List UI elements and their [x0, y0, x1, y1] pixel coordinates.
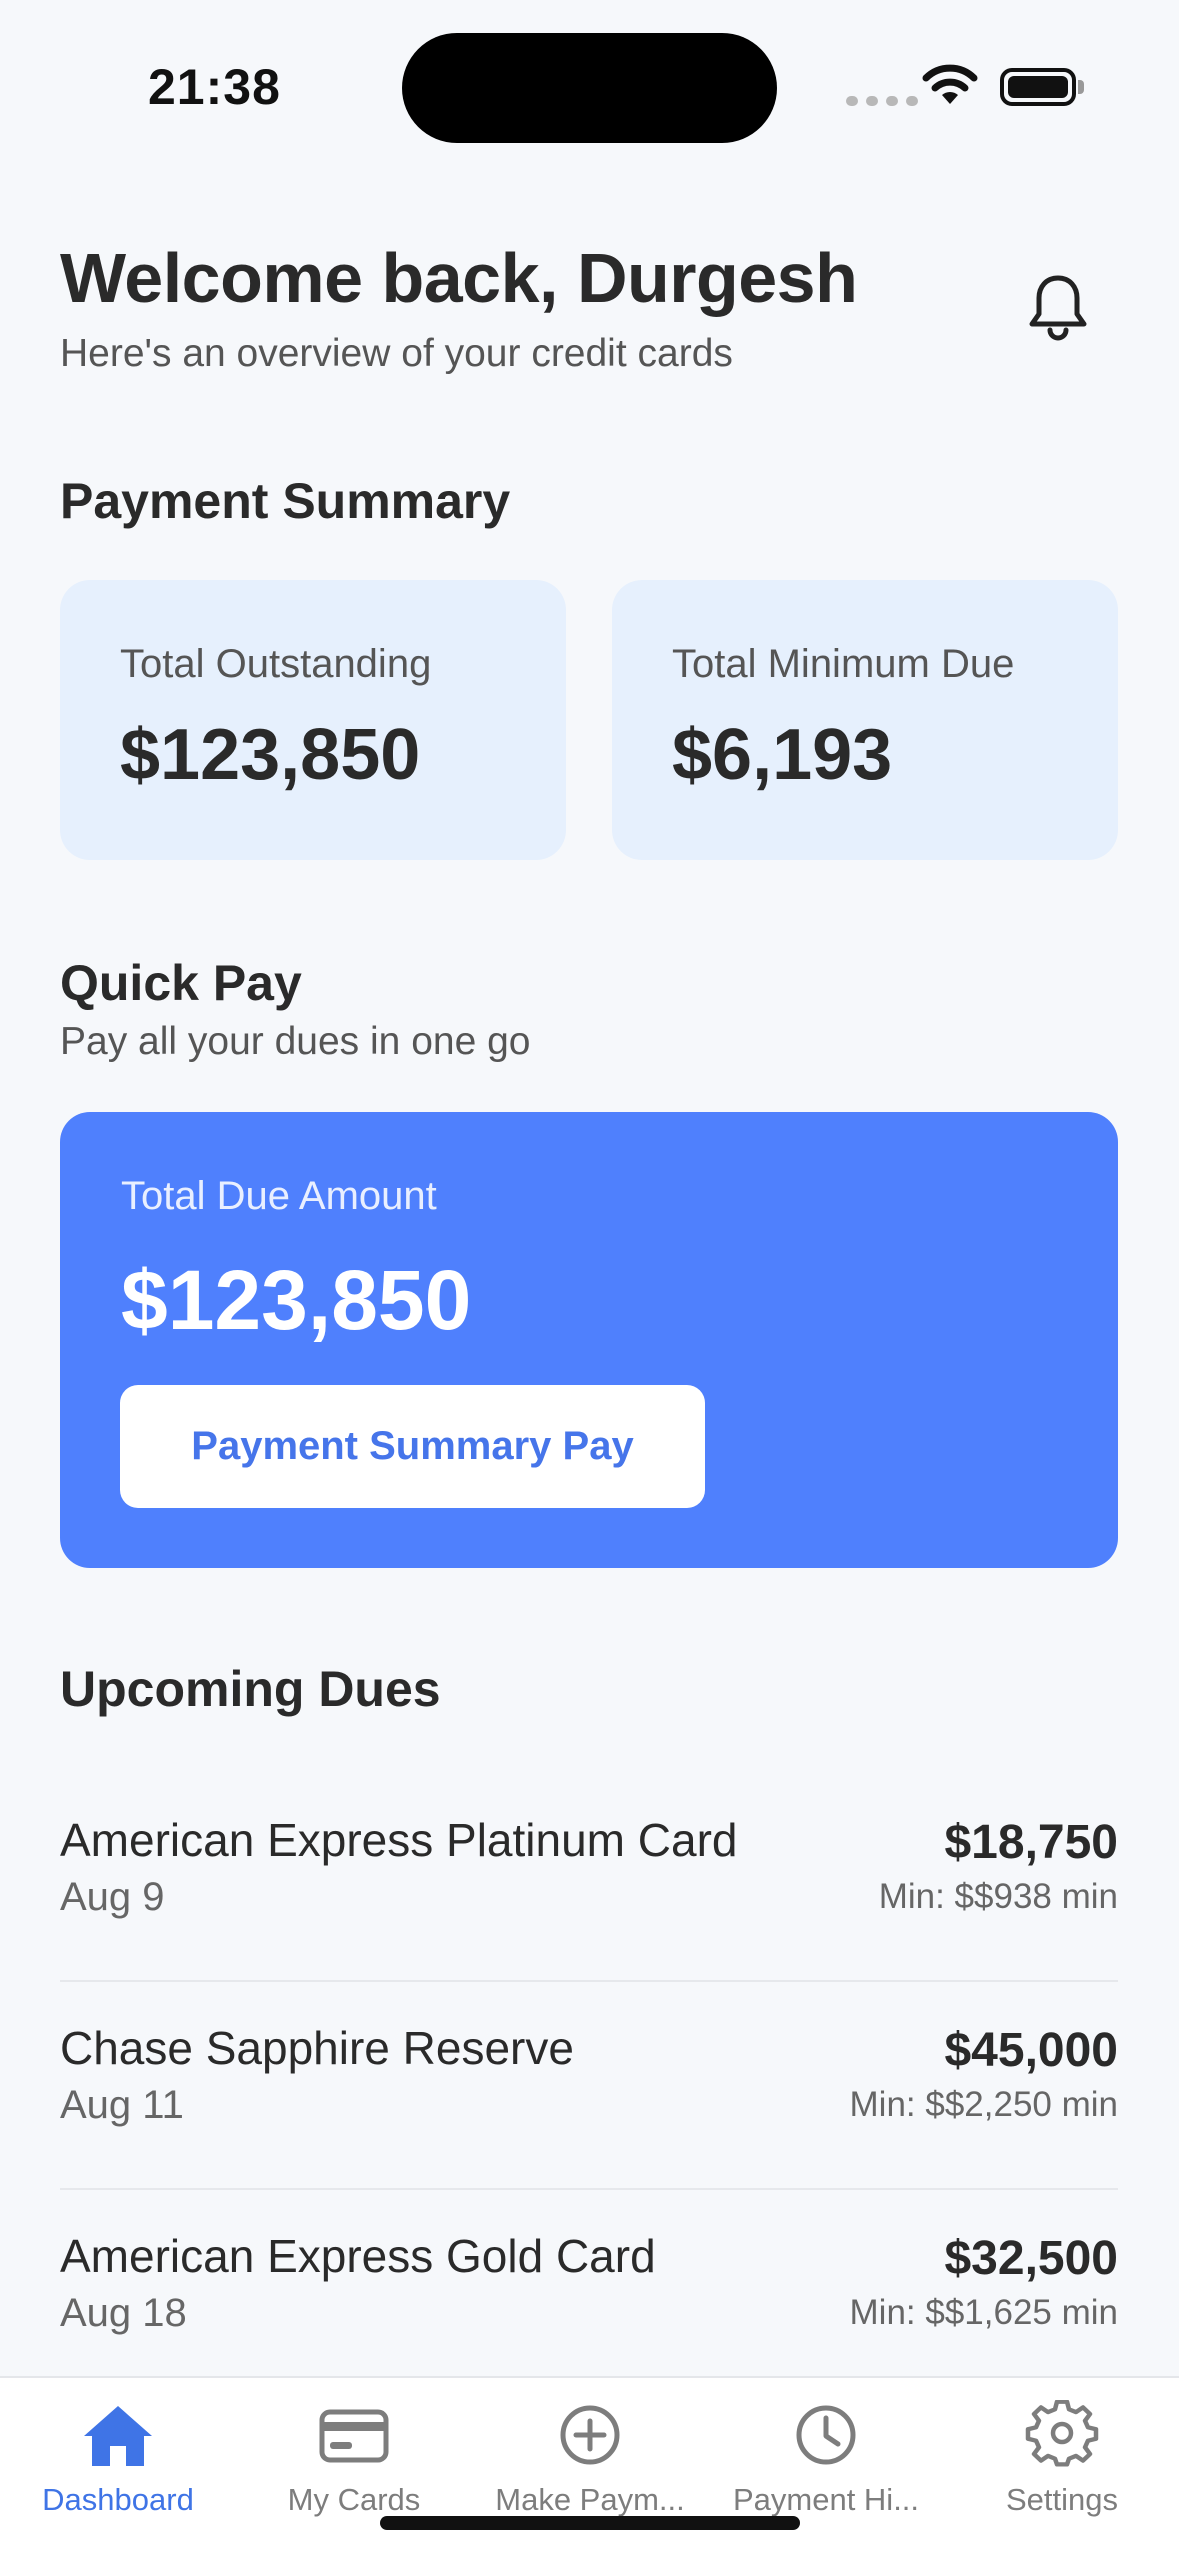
card-name: American Express Gold Card [60, 2230, 656, 2282]
tab-settings[interactable]: Settings [944, 2378, 1179, 2538]
due-amount: $32,500 [944, 2232, 1118, 2285]
card-name: Chase Sapphire Reserve [60, 2022, 574, 2074]
tab-payment-history[interactable]: Payment Hi... [708, 2378, 944, 2538]
tab-label: Dashboard [42, 2482, 194, 2517]
battery-tip [1078, 80, 1084, 94]
tab-label: My Cards [287, 2482, 421, 2517]
due-amount: $18,750 [944, 1816, 1118, 1869]
list-item[interactable]: American Express Platinum Card Aug 9 $18… [60, 1813, 1118, 2021]
total-due-card: Total Due Amount $123,850 Payment Summar… [60, 1112, 1118, 1568]
total-due-amount: $123,850 [121, 1253, 472, 1347]
tab-dashboard[interactable]: Dashboard [0, 2378, 236, 2538]
wifi-icon [922, 64, 978, 104]
tab-label: Make Paym... [495, 2482, 685, 2517]
total-outstanding-label: Total Outstanding [120, 642, 432, 686]
dashboard-screen: 21:38 Welcome back, Durgesh Here's an ov… [0, 0, 1179, 2556]
list-item[interactable]: Chase Sapphire Reserve Aug 11 $45,000 Mi… [60, 2021, 1118, 2229]
total-due-label: Total Due Amount [121, 1174, 437, 1218]
page-title: Welcome back, Durgesh [60, 239, 858, 317]
house-icon [84, 2406, 152, 2466]
total-minimum-due-label: Total Minimum Due [672, 642, 1015, 686]
payment-summary-title: Payment Summary [60, 473, 511, 529]
minimum-due: Min: $$938 min [878, 1877, 1118, 1916]
tab-my-cards[interactable]: My Cards [236, 2378, 472, 2538]
dynamic-island [402, 33, 777, 143]
credit-card-icon [319, 2409, 389, 2463]
due-amount: $45,000 [944, 2024, 1118, 2077]
divider [60, 2188, 1118, 2190]
upcoming-dues-title: Upcoming Dues [60, 1661, 441, 1717]
page-subtitle: Here's an overview of your credit cards [60, 332, 733, 375]
due-date: Aug 11 [60, 2083, 184, 2127]
clock-icon [796, 2405, 856, 2465]
quick-pay-title: Quick Pay [60, 955, 302, 1011]
divider [60, 1980, 1118, 1982]
due-date: Aug 9 [60, 1875, 165, 1919]
minimum-due: Min: $$2,250 min [849, 2085, 1118, 2124]
tab-make-payment[interactable]: Make Paym... [472, 2378, 708, 2538]
plus-circle-icon [560, 2405, 620, 2465]
tab-label: Payment Hi... [732, 2482, 920, 2517]
total-outstanding-card: Total Outstanding $123,850 [60, 580, 566, 860]
total-minimum-due-value: $6,193 [672, 715, 893, 795]
minimum-due: Min: $$1,625 min [849, 2293, 1118, 2332]
tab-label: Settings [1005, 2482, 1118, 2517]
total-minimum-due-card: Total Minimum Due $6,193 [612, 580, 1118, 860]
bell-icon[interactable] [1026, 272, 1090, 344]
battery-icon [1000, 68, 1076, 106]
cellular-signal-icon [846, 96, 918, 106]
quick-pay-subtitle: Pay all your dues in one go [60, 1020, 531, 1063]
gear-icon [1025, 2400, 1099, 2467]
due-date: Aug 18 [60, 2291, 187, 2335]
total-outstanding-value: $123,850 [120, 715, 421, 795]
status-time: 21:38 [148, 59, 281, 115]
payment-summary-pay-button[interactable]: Payment Summary Pay [120, 1385, 705, 1508]
home-indicator[interactable] [380, 2516, 800, 2530]
card-name: American Express Platinum Card [60, 1814, 738, 1866]
